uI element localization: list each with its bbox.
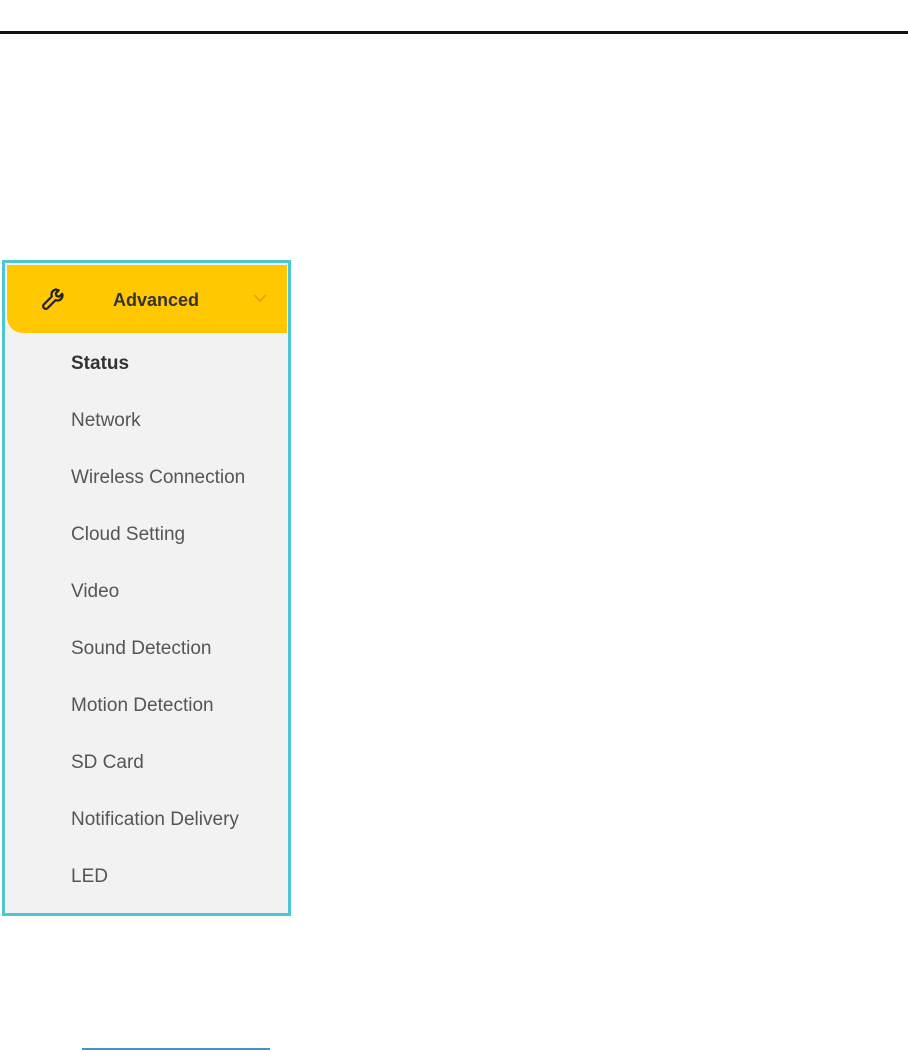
menu-item-wireless-connection[interactable]: Wireless Connection bbox=[71, 467, 245, 489]
menu-item-led[interactable]: LED bbox=[71, 866, 108, 888]
menu-item-sound-detection[interactable]: Sound Detection bbox=[71, 638, 212, 660]
wrench-icon bbox=[42, 288, 64, 310]
menu-item-motion-detection[interactable]: Motion Detection bbox=[71, 695, 214, 717]
menu-item-status[interactable]: Status bbox=[71, 353, 129, 375]
advanced-menu-panel: Advanced Status Network Wireless Connect… bbox=[2, 260, 291, 916]
menu-item-cloud-setting[interactable]: Cloud Setting bbox=[71, 524, 185, 546]
advanced-menu-header[interactable]: Advanced bbox=[7, 265, 287, 333]
menu-item-sd-card[interactable]: SD Card bbox=[71, 752, 144, 774]
menu-item-network[interactable]: Network bbox=[71, 410, 141, 432]
menu-item-video[interactable]: Video bbox=[71, 581, 119, 603]
menu-item-notification-delivery[interactable]: Notification Delivery bbox=[71, 809, 239, 831]
advanced-label: Advanced bbox=[113, 290, 200, 310]
bottom-underline bbox=[82, 1048, 270, 1050]
chevron-down-icon[interactable] bbox=[252, 292, 268, 304]
top-divider bbox=[0, 31, 908, 34]
